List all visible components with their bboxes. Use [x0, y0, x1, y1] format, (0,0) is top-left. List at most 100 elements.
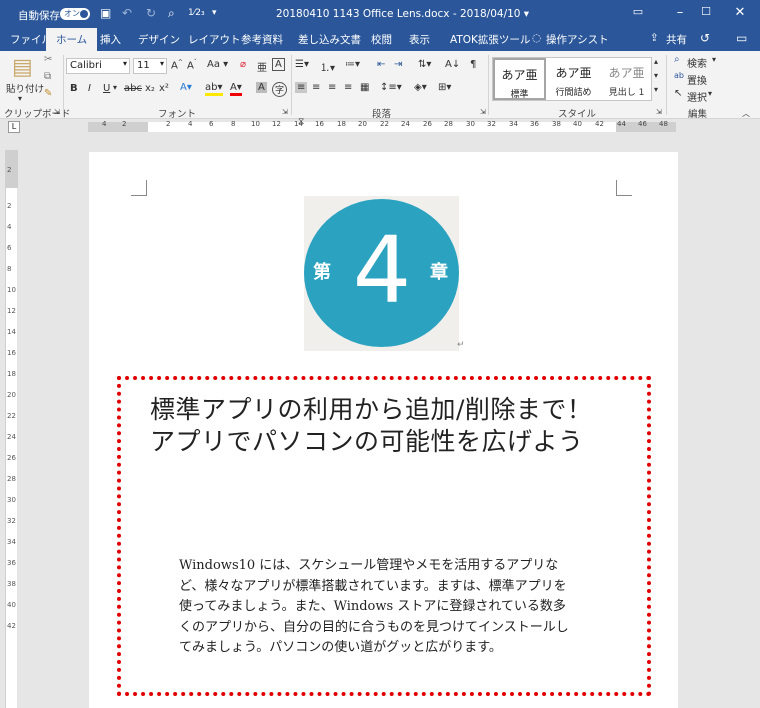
numbering-icon[interactable]: 1⁄2₃ — [188, 8, 205, 18]
format-painter-icon[interactable]: ✎ — [44, 88, 52, 99]
ribbon-display-icon[interactable]: ▭ — [628, 5, 648, 18]
distributed-icon[interactable]: ▦ — [360, 82, 369, 93]
style-no-spacing[interactable]: あア亜 行間詰め — [547, 58, 600, 100]
underline-icon[interactable]: U — [103, 83, 110, 94]
text-effects-icon[interactable]: A▾ — [180, 82, 192, 93]
tab-references[interactable]: 参考資料 — [241, 32, 283, 47]
tab-review[interactable]: 校閲 — [371, 32, 392, 47]
paragraph-group-label: 段落 — [372, 109, 392, 120]
horizontal-ruler[interactable]: L 4 2 2 4 6 8 10 12 14 16 18 20 22 24 26… — [0, 117, 760, 135]
share-icon: ⇪ — [650, 32, 659, 44]
find-dropdown-icon[interactable]: ▾ — [712, 55, 716, 64]
styles-scroll-down-icon[interactable]: ▾ — [654, 71, 658, 80]
font-size-combo[interactable]: 11 ▾ — [133, 58, 167, 74]
customize-qat-icon[interactable]: ▾ — [212, 8, 217, 18]
undo-icon[interactable]: ↶ — [122, 6, 132, 20]
vruler-tick: 12 — [7, 307, 16, 315]
share-button[interactable]: 共有 — [666, 32, 687, 47]
clear-format-icon[interactable]: ⌀ — [240, 59, 246, 70]
style-heading-1[interactable]: あア亜 見出し 1 — [600, 58, 653, 100]
vertical-ruler[interactable]: 2 2 4 6 8 10 12 14 16 18 20 22 24 26 28 … — [5, 150, 18, 708]
tab-selector-icon[interactable]: L — [8, 121, 20, 133]
ribbon-tabs: ファイル ホーム 挿入 デザイン レイアウト 参考資料 差し込み文書 校閲 表示… — [0, 28, 760, 51]
enclose-char-icon[interactable]: 字 — [272, 82, 288, 97]
char-shading-icon[interactable]: A — [256, 82, 267, 93]
line-spacing-icon[interactable]: ↕≡▾ — [380, 82, 402, 93]
strikethrough-icon[interactable]: abc — [124, 83, 142, 94]
autosave-toggle[interactable]: オン — [60, 8, 90, 20]
superscript-icon[interactable]: x² — [159, 83, 169, 94]
paste-dropdown-icon[interactable]: ▾ — [18, 94, 22, 103]
text-direction-icon[interactable]: ⇅▾ — [418, 59, 431, 70]
tab-atok[interactable]: ATOK拡張ツール — [450, 32, 530, 47]
shading-icon[interactable]: ◈▾ — [414, 82, 427, 93]
history-icon[interactable]: ↺ — [700, 31, 710, 45]
align-right-icon[interactable]: ≡ — [328, 82, 336, 93]
tab-home[interactable]: ホーム — [46, 28, 98, 51]
document-title: 20180410 1143 Office Lens.docx - 2018/04… — [276, 8, 530, 20]
collapse-ribbon-icon[interactable]: ︿ — [742, 108, 750, 119]
tell-me-input[interactable]: 操作アシスト — [546, 32, 609, 47]
redo-icon[interactable]: ↻ — [146, 6, 156, 20]
select-button[interactable]: 選択 — [687, 89, 707, 104]
change-case-button[interactable]: Aa ▾ — [207, 59, 228, 70]
styles-scroll-up-icon[interactable]: ▴ — [654, 57, 658, 66]
tab-layout[interactable]: レイアウト — [188, 32, 241, 47]
tab-mailings[interactable]: 差し込み文書 — [298, 32, 361, 47]
subscript-icon[interactable]: x₂ — [145, 83, 155, 94]
underline-dropdown-icon[interactable]: ▾ — [113, 83, 117, 92]
font-color-icon[interactable]: A▾ — [230, 82, 242, 96]
show-marks-icon[interactable]: ¶ — [470, 59, 476, 70]
replace-button[interactable]: 置換 — [687, 72, 707, 87]
styles-launcher-icon[interactable]: ⇲ — [656, 108, 662, 116]
bold-icon[interactable]: B — [70, 83, 78, 94]
copy-icon[interactable]: ⧉ — [44, 71, 51, 82]
shrink-font-icon[interactable]: Aˇ — [187, 59, 197, 71]
styles-more-icon[interactable]: ▾ — [654, 85, 658, 94]
paragraph-launcher-icon[interactable]: ⇲ — [480, 108, 486, 116]
align-center-icon[interactable]: ≡ — [312, 82, 320, 93]
font-name-combo[interactable]: Calibri ▾ — [66, 58, 130, 74]
paste-button[interactable]: 貼り付け — [6, 81, 44, 95]
increase-indent-icon[interactable]: ⇥ — [394, 59, 402, 70]
select-dropdown-icon[interactable]: ▾ — [708, 89, 712, 98]
comments-icon[interactable]: ▭ — [736, 31, 747, 45]
char-border-icon[interactable]: A — [272, 58, 285, 71]
vruler-tick: 2 — [7, 202, 12, 210]
font-launcher-icon[interactable]: ⇲ — [282, 108, 288, 116]
numbering-list-icon[interactable]: ⒈▾ — [320, 59, 335, 74]
document-heading[interactable]: 標準アプリの利用から追加/削除まで！ アプリでパソコンの可能性を広げよう — [150, 394, 620, 458]
italic-icon[interactable]: I — [88, 83, 91, 94]
phonetic-guide-icon[interactable]: 亜 — [257, 59, 267, 74]
maximize-icon[interactable]: ☐ — [696, 5, 716, 18]
highlight-icon[interactable]: ab▾ — [205, 82, 223, 96]
tab-view[interactable]: 表示 — [409, 32, 430, 47]
tab-insert[interactable]: 挿入 — [100, 32, 121, 47]
bullets-icon[interactable]: ☰▾ — [295, 59, 309, 70]
sort-icon[interactable]: A↓ — [445, 59, 460, 70]
decrease-indent-icon[interactable]: ⇤ — [377, 59, 385, 70]
chapter-kanji-right: 章 — [430, 262, 448, 283]
vruler-tick: 22 — [7, 412, 16, 420]
grow-font-icon[interactable]: A^ — [171, 59, 183, 71]
style-normal[interactable]: あア亜 標準 — [493, 58, 546, 100]
cut-icon[interactable]: ✂ — [44, 54, 52, 65]
borders-icon[interactable]: ⊞▾ — [438, 82, 451, 93]
chevron-down-icon: ▾ — [122, 59, 127, 68]
find-button[interactable]: 検索 — [687, 55, 707, 70]
clipboard-launcher-icon[interactable]: ⇲ — [54, 108, 60, 116]
save-icon[interactable]: ▣ — [100, 6, 111, 20]
indent-marker-icon[interactable]: ⧖ — [298, 117, 304, 127]
tab-design[interactable]: デザイン — [138, 32, 180, 47]
select-icon: ↖ — [674, 88, 683, 99]
chapter-image[interactable]: 第 4 章 — [304, 196, 459, 351]
multilevel-list-icon[interactable]: ≔▾ — [345, 59, 360, 70]
print-preview-icon[interactable]: ⌕ — [168, 6, 175, 21]
close-icon[interactable]: ✕ — [730, 5, 750, 20]
paste-icon[interactable]: ▤ — [12, 55, 33, 80]
justify-icon[interactable]: ≡ — [344, 82, 352, 93]
document-body-text[interactable]: Windows10 には、スケシュール管理やメモを活用するアプリなど、様々なアプ… — [179, 556, 577, 659]
minimize-icon[interactable]: – — [670, 5, 690, 20]
font-name-value: Calibri — [70, 60, 102, 71]
align-left-icon[interactable]: ≡ — [295, 82, 308, 93]
